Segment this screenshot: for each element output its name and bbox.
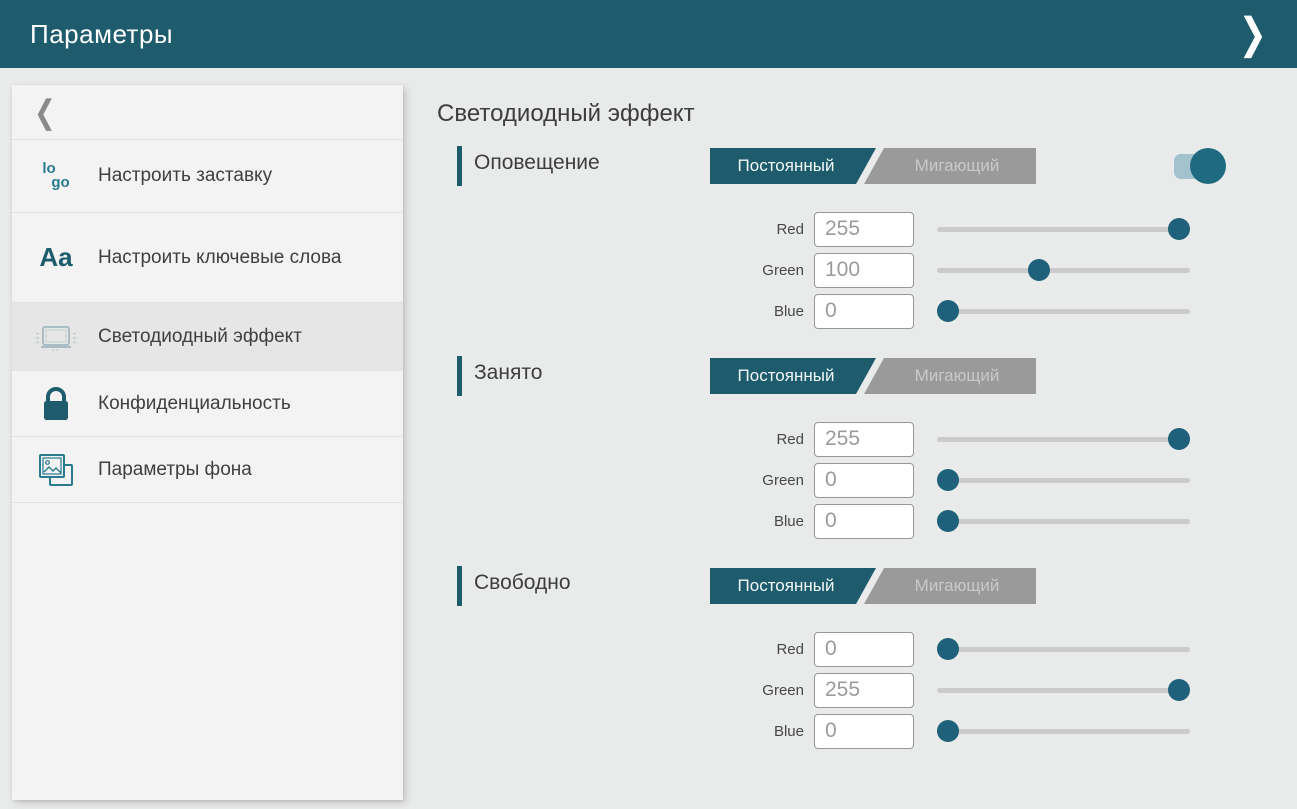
green-label: Green	[724, 262, 804, 279]
green-label: Green	[724, 682, 804, 699]
mode-segmented-control: Постоянный Мигающий	[710, 148, 1036, 184]
green-slider-thumb[interactable]	[1028, 259, 1050, 281]
content-title: Светодиодный эффект	[437, 100, 1297, 128]
red-slider[interactable]	[937, 217, 1190, 241]
sidebar-collapse-button[interactable]: ❮	[12, 85, 403, 140]
blue-slider[interactable]	[937, 509, 1190, 533]
blue-label: Blue	[724, 723, 804, 740]
section-accent-bar	[457, 566, 462, 606]
chevron-left-icon: ❮	[34, 93, 56, 132]
blue-slider-thumb[interactable]	[937, 720, 959, 742]
text-aa-icon: Aa	[39, 242, 72, 273]
blue-row: Blue	[724, 291, 1297, 331]
blue-slider-thumb[interactable]	[937, 510, 959, 532]
section-name: Занято	[474, 361, 542, 385]
red-label: Red	[724, 641, 804, 658]
red-slider-thumb[interactable]	[1168, 218, 1190, 240]
led-section: Занято Постоянный Мигающий Red Green	[437, 354, 1297, 541]
red-row: Red	[724, 419, 1297, 459]
app-header: Параметры ❯	[0, 0, 1297, 68]
mode-blink-button[interactable]: Мигающий	[864, 148, 1036, 184]
red-input[interactable]	[814, 632, 914, 667]
led-section: Оповещение Постоянный Мигающий Red Green	[437, 144, 1297, 331]
toggle-thumb	[1190, 148, 1226, 184]
main-content: Светодиодный эффект Оповещение Постоянны…	[437, 85, 1297, 774]
lock-icon	[38, 386, 74, 422]
sidebar-item-logo[interactable]: logo Настроить заставку	[12, 140, 403, 213]
blue-input[interactable]	[814, 714, 914, 749]
section-name: Свободно	[474, 571, 571, 595]
green-input[interactable]	[814, 463, 914, 498]
red-slider[interactable]	[937, 637, 1190, 661]
sidebar-item-label: Светодиодный эффект	[98, 324, 302, 350]
sidebar: ❮ logo Настроить заставку Aa Настроить к…	[12, 85, 403, 800]
sidebar-item-label: Настроить ключевые слова	[98, 245, 341, 271]
logo-icon: logo	[42, 162, 69, 191]
blue-slider-thumb[interactable]	[937, 300, 959, 322]
red-label: Red	[724, 431, 804, 448]
red-slider-thumb[interactable]	[1168, 428, 1190, 450]
red-row: Red	[724, 209, 1297, 249]
page-title: Параметры	[30, 19, 173, 50]
section-name: Оповещение	[474, 151, 600, 175]
red-row: Red	[724, 629, 1297, 669]
green-input[interactable]	[814, 253, 914, 288]
enable-toggle[interactable]	[1174, 147, 1226, 185]
images-icon	[36, 451, 76, 489]
green-row: Green	[724, 460, 1297, 500]
green-slider-thumb[interactable]	[1168, 679, 1190, 701]
red-input[interactable]	[814, 422, 914, 457]
green-slider[interactable]	[937, 468, 1190, 492]
section-accent-bar	[457, 356, 462, 396]
green-slider[interactable]	[937, 678, 1190, 702]
green-row: Green	[724, 670, 1297, 710]
mode-blink-button[interactable]: Мигающий	[864, 568, 1036, 604]
blue-input[interactable]	[814, 504, 914, 539]
led-section: Свободно Постоянный Мигающий Red Green	[437, 564, 1297, 751]
sidebar-item-text-aa[interactable]: Aa Настроить ключевые слова	[12, 213, 403, 303]
led-display-icon	[34, 319, 78, 355]
section-accent-bar	[457, 146, 462, 186]
mode-solid-button[interactable]: Постоянный	[710, 358, 876, 394]
sidebar-item-label: Параметры фона	[98, 457, 252, 483]
blue-label: Blue	[724, 303, 804, 320]
mode-solid-button[interactable]: Постоянный	[710, 568, 876, 604]
mode-segmented-control: Постоянный Мигающий	[710, 568, 1036, 604]
green-slider-thumb[interactable]	[937, 469, 959, 491]
red-slider[interactable]	[937, 427, 1190, 451]
blue-row: Blue	[724, 501, 1297, 541]
green-slider[interactable]	[937, 258, 1190, 282]
red-input[interactable]	[814, 212, 914, 247]
green-row: Green	[724, 250, 1297, 290]
sidebar-item-led-display[interactable]: Светодиодный эффект	[12, 303, 403, 371]
sidebar-item-label: Конфиденциальность	[98, 391, 291, 417]
green-label: Green	[724, 472, 804, 489]
sidebar-item-images[interactable]: Параметры фона	[12, 437, 403, 503]
expand-panel-icon[interactable]: ❯	[1231, 8, 1276, 61]
mode-segmented-control: Постоянный Мигающий	[710, 358, 1036, 394]
blue-slider[interactable]	[937, 719, 1190, 743]
sidebar-item-label: Настроить заставку	[98, 163, 272, 189]
sidebar-item-lock[interactable]: Конфиденциальность	[12, 371, 403, 437]
mode-solid-button[interactable]: Постоянный	[710, 148, 876, 184]
green-input[interactable]	[814, 673, 914, 708]
mode-blink-button[interactable]: Мигающий	[864, 358, 1036, 394]
blue-slider[interactable]	[937, 299, 1190, 323]
red-slider-thumb[interactable]	[937, 638, 959, 660]
blue-input[interactable]	[814, 294, 914, 329]
blue-label: Blue	[724, 513, 804, 530]
red-label: Red	[724, 221, 804, 238]
blue-row: Blue	[724, 711, 1297, 751]
